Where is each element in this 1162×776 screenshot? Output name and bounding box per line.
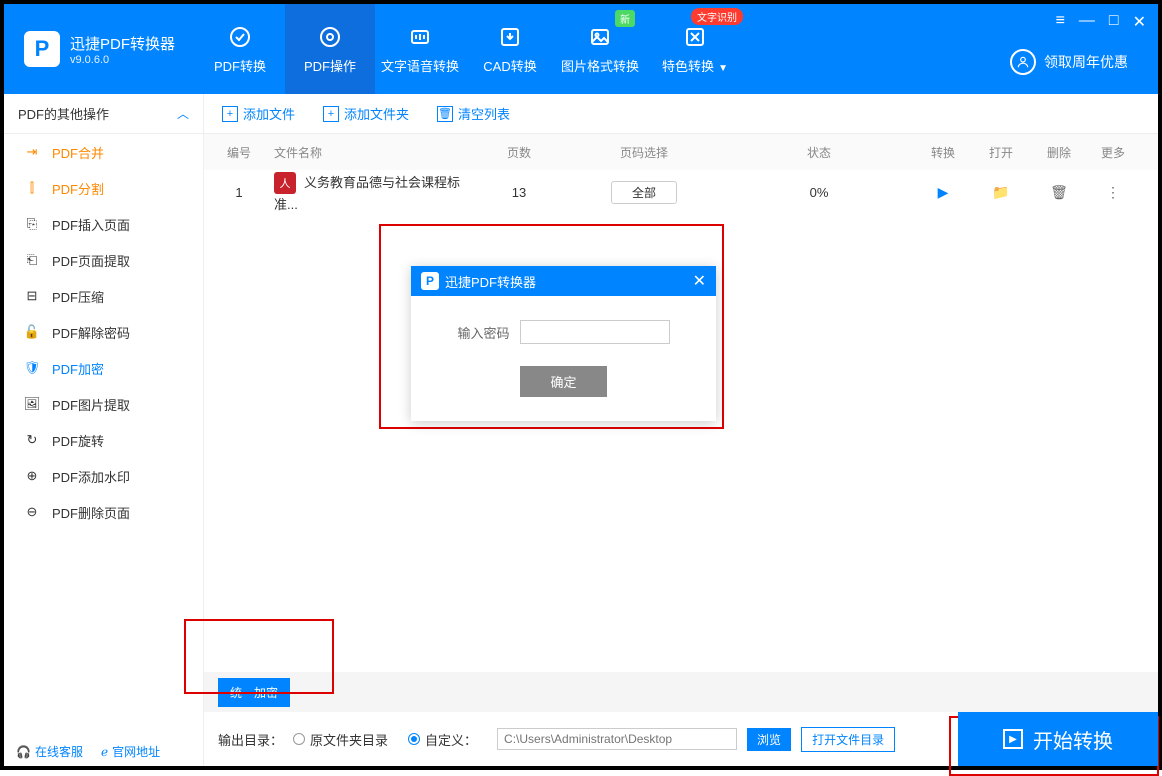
tab-text-voice[interactable]: 文字语音转换 — [375, 4, 465, 94]
sidebar-item-watermark[interactable]: ⊕PDF添加水印 — [4, 458, 203, 494]
sidebar-item-split[interactable]: ⫿PDF分割 — [4, 170, 203, 206]
app-version: v9.0.6.0 — [70, 54, 175, 66]
promo-link[interactable]: 领取周年优惠 — [1010, 49, 1128, 75]
logo-block: P 迅捷PDF转换器 v9.0.6.0 — [4, 31, 195, 67]
pdf-icon: 人 — [274, 172, 296, 194]
chevron-up-icon: ︿ — [177, 105, 189, 122]
password-label: 输入密码 — [457, 323, 509, 342]
row-delete-icon[interactable]: 🗑 — [1050, 184, 1068, 200]
page-select-button[interactable]: 全部 — [611, 181, 677, 204]
clear-list-button[interactable]: 🗑清空列表 — [437, 104, 510, 123]
app-header: P 迅捷PDF转换器 v9.0.6.0 PDF转换 PDF操作 文字语音转换 C… — [4, 4, 1158, 94]
browse-button[interactable]: 浏览 — [747, 728, 791, 751]
tab-cad[interactable]: CAD转换 — [465, 4, 555, 94]
gear-icon — [317, 24, 343, 50]
menu-icon[interactable]: ≡ — [1056, 12, 1065, 32]
new-badge: 新 — [615, 10, 635, 27]
unify-encrypt-button[interactable]: 统一加密 — [218, 678, 290, 707]
wave-icon — [407, 24, 433, 50]
window-controls: ≡ — □ ✕ — [1056, 12, 1146, 32]
password-input[interactable] — [520, 320, 670, 344]
download-icon — [497, 24, 523, 50]
unlock-icon: 🔓 — [24, 324, 40, 340]
top-tabs: PDF转换 PDF操作 文字语音转换 CAD转换 新 图片格式转换 文字识别 特… — [195, 4, 745, 94]
delete-page-icon: ⊖ — [24, 504, 40, 520]
globe-icon: ℯ — [101, 745, 108, 759]
sidebar-item-encrypt[interactable]: 🛡PDF加密 — [4, 350, 203, 386]
file-toolbar: +添加文件 +添加文件夹 🗑清空列表 — [204, 94, 1158, 134]
app-logo-icon: P — [24, 31, 60, 67]
footer-links: 🎧在线客服 ℯ官网地址 — [16, 743, 160, 760]
plus-icon: + — [222, 106, 238, 122]
merge-icon: ⇥ — [24, 144, 40, 160]
sparkle-icon — [682, 24, 708, 50]
tab-pdf-convert[interactable]: PDF转换 — [195, 4, 285, 94]
sidebar-item-img-extract[interactable]: 🖼PDF图片提取 — [4, 386, 203, 422]
sidebar-item-unlock[interactable]: 🔓PDF解除密码 — [4, 314, 203, 350]
table-header: 编号 文件名称 页数 页码选择 状态 转换 打开 删除 更多 — [204, 134, 1158, 170]
watermark-icon: ⊕ — [24, 468, 40, 484]
options-bar: 统一加密 — [204, 672, 1158, 712]
shield-icon: 🛡 — [24, 360, 40, 376]
content-area: +添加文件 +添加文件夹 🗑清空列表 编号 文件名称 页数 页码选择 状态 转换… — [204, 94, 1158, 766]
radio-custom-folder[interactable]: 自定义： — [408, 730, 477, 749]
insert-icon: ⎘ — [24, 216, 40, 232]
table-row[interactable]: 1 人义务教育品德与社会课程标准... 13 全部 0% ▶ 📁 🗑 ⋮ — [204, 170, 1158, 214]
user-icon — [1010, 49, 1036, 75]
footer-bar: 输出目录： 原文件夹目录 自定义： 浏览 打开文件目录 ▶ 开始转换 — [204, 712, 1158, 766]
password-dialog: P迅捷PDF转换器 ✕ 输入密码 确定 — [411, 266, 716, 421]
play-box-icon: ▶ — [1003, 729, 1023, 749]
add-file-button[interactable]: +添加文件 — [222, 104, 295, 123]
start-convert-button[interactable]: ▶ 开始转换 — [958, 712, 1158, 766]
tab-image-format[interactable]: 新 图片格式转换 — [555, 4, 645, 94]
sidebar-item-rotate[interactable]: ↻PDF旋转 — [4, 422, 203, 458]
output-path-input[interactable] — [497, 728, 737, 750]
dialog-close-icon[interactable]: ✕ — [693, 271, 706, 291]
output-label: 输出目录： — [218, 730, 283, 749]
tab-special[interactable]: 文字识别 特色转换▼ — [645, 4, 745, 94]
extract-icon: ⎗ — [24, 252, 40, 268]
radio-original-folder[interactable]: 原文件夹目录 — [293, 730, 388, 749]
sidebar-item-delete-page[interactable]: ⊖PDF删除页面 — [4, 494, 203, 530]
tab-pdf-operate[interactable]: PDF操作 — [285, 4, 375, 94]
dialog-header: P迅捷PDF转换器 ✕ — [411, 266, 716, 296]
more-icon[interactable]: ⋮ — [1106, 184, 1120, 200]
official-site-link[interactable]: ℯ官网地址 — [101, 743, 160, 760]
minimize-icon[interactable]: — — [1079, 12, 1095, 32]
picture-icon: 🖼 — [24, 396, 40, 412]
image-icon — [587, 24, 613, 50]
compress-icon: ⊟ — [24, 288, 40, 304]
online-service-link[interactable]: 🎧在线客服 — [16, 743, 83, 760]
trash-icon: 🗑 — [437, 106, 453, 122]
ocr-badge: 文字识别 — [691, 8, 743, 25]
dialog-logo-icon: P — [421, 272, 439, 290]
rotate-icon: ↻ — [24, 432, 40, 448]
headset-icon: 🎧 — [16, 745, 31, 759]
add-folder-button[interactable]: +添加文件夹 — [323, 104, 409, 123]
open-folder-icon[interactable]: 📁 — [992, 184, 1009, 200]
dialog-ok-button[interactable]: 确定 — [520, 366, 606, 397]
sidebar-item-extract[interactable]: ⎗PDF页面提取 — [4, 242, 203, 278]
open-dir-button[interactable]: 打开文件目录 — [801, 727, 895, 752]
sidebar-item-compress[interactable]: ⊟PDF压缩 — [4, 278, 203, 314]
refresh-icon — [227, 24, 253, 50]
split-icon: ⫿ — [24, 180, 40, 196]
app-title: 迅捷PDF转换器 — [70, 33, 175, 54]
maximize-icon[interactable]: □ — [1109, 12, 1119, 32]
sidebar-item-merge[interactable]: ⇥PDF合并 — [4, 134, 203, 170]
sidebar-item-insert[interactable]: ⎘PDF插入页面 — [4, 206, 203, 242]
sidebar-header[interactable]: PDF的其他操作 ︿ — [4, 94, 203, 134]
folder-plus-icon: + — [323, 106, 339, 122]
play-icon[interactable]: ▶ — [938, 184, 949, 200]
sidebar: PDF的其他操作 ︿ ⇥PDF合并 ⫿PDF分割 ⎘PDF插入页面 ⎗PDF页面… — [4, 94, 204, 766]
close-icon[interactable]: ✕ — [1133, 12, 1146, 32]
